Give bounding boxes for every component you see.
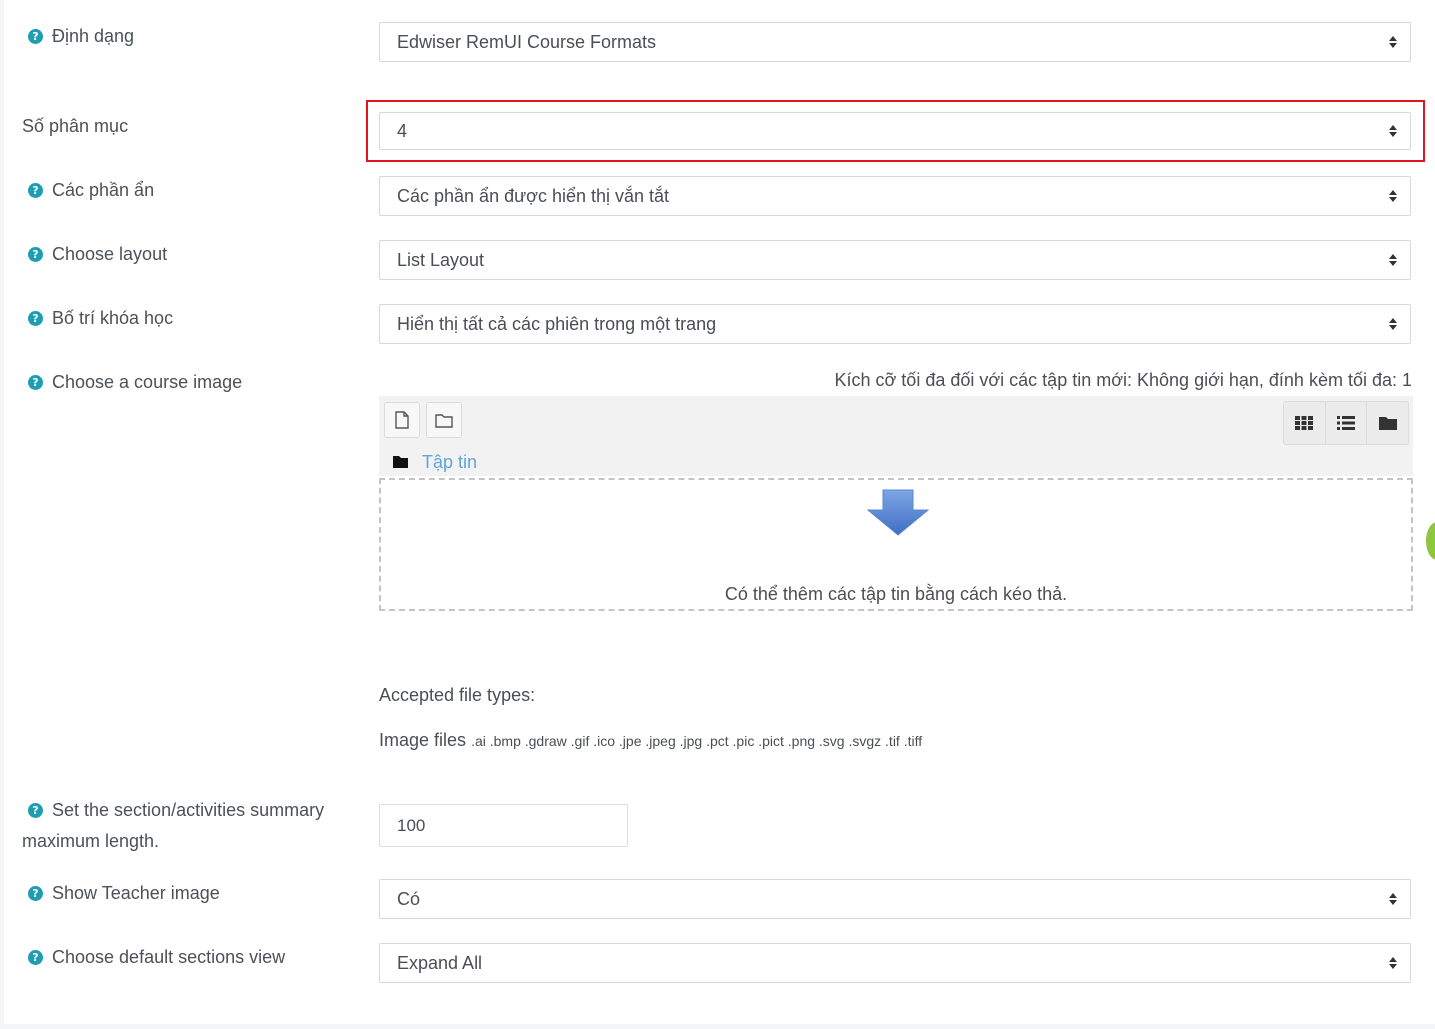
- summary-length-label: ? Set the section/activities summary: [22, 795, 324, 826]
- accepted-types-title: Accepted file types:: [379, 685, 536, 705]
- help-icon[interactable]: ?: [28, 803, 43, 818]
- grid-icon: [1295, 416, 1314, 430]
- view-mode-group: [1283, 401, 1409, 445]
- teacher-image-label-text: Show Teacher image: [52, 883, 220, 903]
- help-icon[interactable]: ?: [28, 311, 43, 326]
- summary-length-label-cont: maximum length.: [22, 826, 159, 857]
- sections-view-value: Expand All: [397, 952, 483, 973]
- help-icon[interactable]: ?: [28, 950, 43, 965]
- course-layout-select[interactable]: Hiển thị tất cả các phiên trong một tran…: [379, 304, 1411, 344]
- download-arrow-icon: [867, 489, 929, 536]
- highlight-box: [366, 100, 1425, 162]
- teacher-image-value: Có: [397, 888, 421, 909]
- tree-view-button[interactable]: [1367, 402, 1408, 444]
- sections-view-label: ? Choose default sections view: [22, 942, 285, 973]
- help-icon[interactable]: ?: [28, 375, 43, 390]
- course-image-label: ? Choose a course image: [22, 367, 242, 398]
- help-icon[interactable]: ?: [28, 29, 43, 44]
- help-icon[interactable]: ?: [28, 886, 43, 901]
- layout-label-text: Choose layout: [52, 244, 168, 264]
- section-count-label-text: Số phân mục: [22, 116, 129, 136]
- file-manager-toolbar: [379, 396, 1413, 476]
- grid-view-button[interactable]: [1284, 402, 1326, 444]
- course-layout-label: ? Bố trí khóa học: [22, 303, 173, 334]
- hidden-sections-label-text: Các phần ẩn: [52, 180, 155, 200]
- folder-icon: [393, 456, 408, 468]
- course-layout-label-text: Bố trí khóa học: [52, 308, 174, 328]
- max-size-text: Kích cỡ tối đa đối với các tập tin mới: …: [834, 370, 1412, 390]
- course-layout-value: Hiển thị tất cả các phiên trong một tran…: [397, 313, 717, 334]
- help-icon[interactable]: ?: [28, 247, 43, 262]
- folder-icon: [1378, 417, 1397, 430]
- create-folder-button[interactable]: [426, 402, 462, 438]
- sections-view-select[interactable]: Expand All: [379, 943, 1411, 983]
- teacher-image-select[interactable]: Có: [379, 879, 1411, 919]
- select-caret-icon: [1389, 190, 1397, 202]
- accepted-types-list: Image files .ai .bmp .gdraw .gif .ico .j…: [379, 730, 922, 751]
- format-label: ? Định dạng: [22, 21, 134, 52]
- hidden-sections-select[interactable]: Các phần ẩn được hiển thị vắn tắt: [379, 176, 1411, 216]
- select-caret-icon: [1389, 957, 1397, 969]
- path-link[interactable]: Tập tin: [422, 452, 477, 473]
- drop-instructions: Có thể thêm các tập tin bằng cách kéo th…: [724, 584, 1068, 604]
- list-icon: [1337, 416, 1355, 430]
- format-select-value: Edwiser RemUI Course Formats: [397, 31, 657, 52]
- accepted-extensions: .ai .bmp .gdraw .gif .ico .jpe .jpeg .jp…: [471, 733, 923, 749]
- format-select[interactable]: Edwiser RemUI Course Formats: [379, 22, 1411, 62]
- help-icon[interactable]: ?: [28, 183, 43, 198]
- summary-length-input[interactable]: 100: [379, 804, 628, 847]
- file-icon: [395, 411, 409, 429]
- summary-length-value: 100: [397, 815, 426, 835]
- hidden-sections-label: ? Các phần ẩn: [22, 175, 154, 206]
- format-label-text: Định dạng: [52, 26, 135, 46]
- sections-view-label-text: Choose default sections view: [52, 947, 286, 967]
- hidden-sections-value: Các phần ẩn được hiển thị vắn tắt: [397, 185, 670, 206]
- select-caret-icon: [1389, 318, 1397, 330]
- add-file-button[interactable]: [384, 402, 420, 438]
- teacher-image-label: ? Show Teacher image: [22, 878, 220, 909]
- accepted-group: Image files: [379, 730, 467, 750]
- course-image-label-text: Choose a course image: [52, 372, 243, 392]
- summary-length-label-line2: maximum length.: [22, 831, 160, 851]
- layout-label: ? Choose layout: [22, 239, 167, 270]
- select-caret-icon: [1389, 36, 1397, 48]
- select-caret-icon: [1389, 893, 1397, 905]
- section-count-label: Số phân mục: [22, 111, 128, 142]
- select-caret-icon: [1389, 254, 1397, 266]
- layout-select-value: List Layout: [397, 249, 485, 270]
- summary-length-label-line1: Set the section/activities summary: [52, 800, 325, 820]
- layout-select[interactable]: List Layout: [379, 240, 1411, 280]
- folder-outline-icon: [435, 413, 453, 428]
- list-view-button[interactable]: [1326, 402, 1368, 444]
